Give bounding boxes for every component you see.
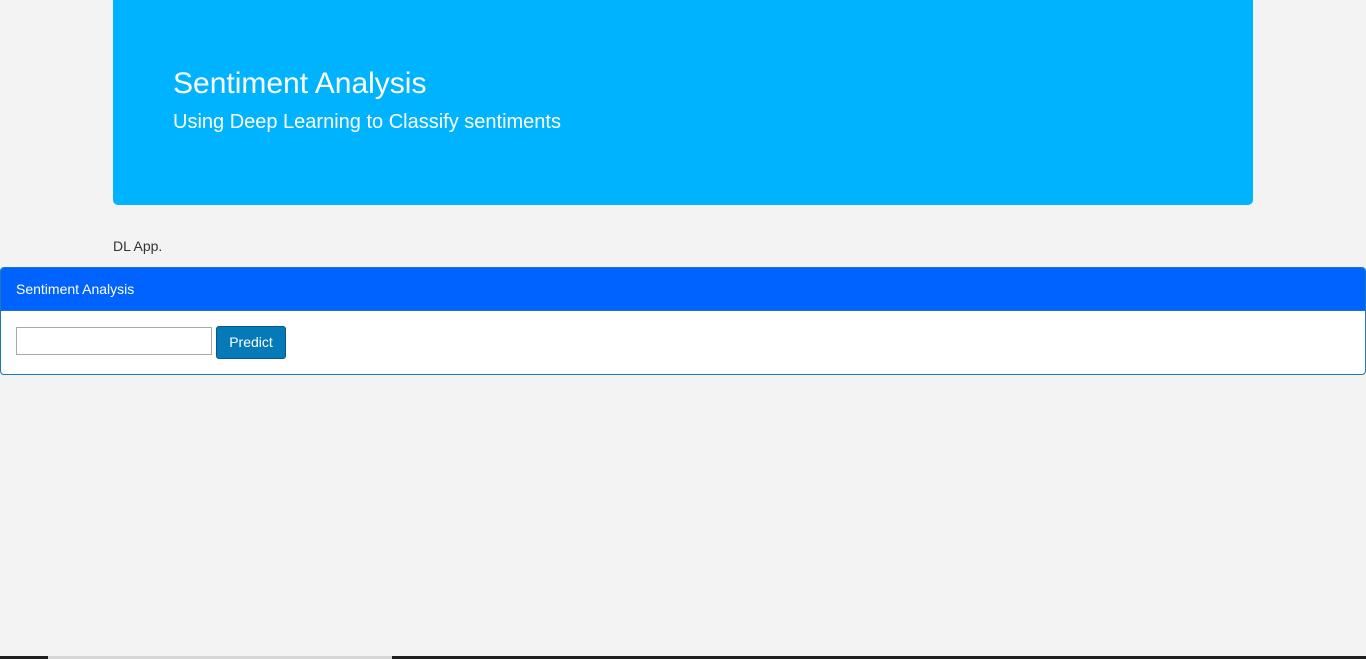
sentiment-text-input[interactable] xyxy=(16,327,212,355)
hero-banner: Sentiment Analysis Using Deep Learning t… xyxy=(113,0,1253,205)
predict-button[interactable]: Predict xyxy=(216,326,286,359)
app-label: DL App. xyxy=(113,238,163,254)
panel-heading: Sentiment Analysis xyxy=(1,268,1365,310)
panel-body: Predict xyxy=(1,310,1365,374)
sentiment-panel: Sentiment Analysis Predict xyxy=(0,267,1366,375)
page-title: Sentiment Analysis xyxy=(173,67,427,100)
page: Sentiment Analysis Using Deep Learning t… xyxy=(0,0,1366,659)
page-subtitle: Using Deep Learning to Classify sentimen… xyxy=(173,111,561,133)
